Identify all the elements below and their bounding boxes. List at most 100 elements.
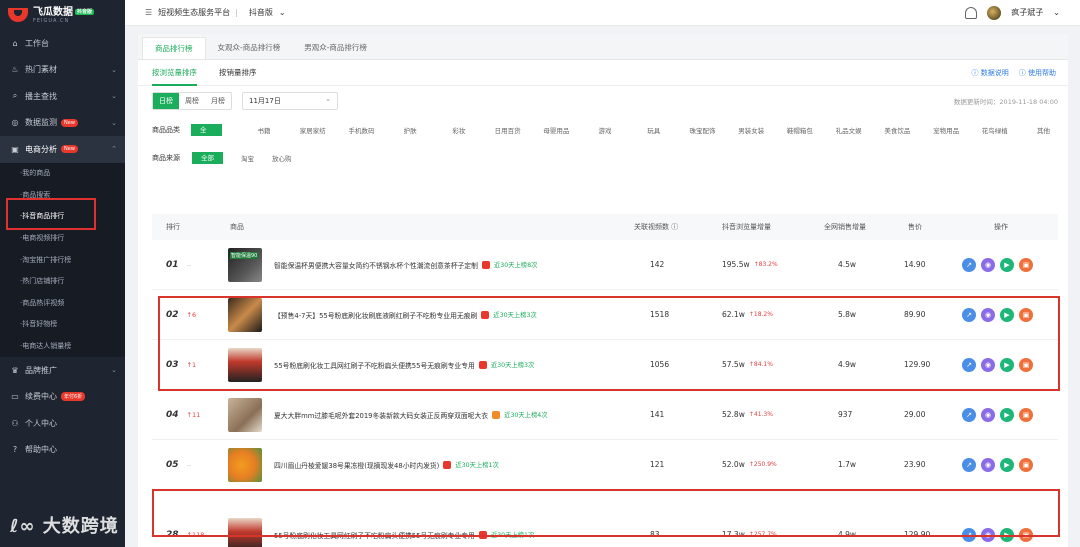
product-name[interactable]: 夏大大胖mm过膝毛呢外套2019冬装新款大码女装正反两穿双面呢大衣 [274,410,488,420]
tab-sort-sales[interactable]: 按销量排序 [219,60,257,86]
product-name[interactable]: 智能保温杯男便携大容量女简约不锈钢水杯个性潮流创意茶杯子定制 [274,260,478,270]
category-option[interactable]: 花鸟绿植 [970,125,1019,135]
views-growth: ↑250.9% [748,461,777,468]
source-all[interactable]: 全部 [192,152,223,164]
videos-cell: 121 [650,460,665,469]
product-cell[interactable]: 智能保温90 智能保温杯男便携大容量女简约不锈钢水杯个性潮流创意茶杯子定制 近30天… [228,240,537,289]
nav-item-hot-material[interactable]: ♨ 热门素材 ⌄ [0,57,125,84]
sub-item-hot-review-video[interactable]: · 商品热评视频 [0,292,125,314]
sub-item-taobao-rank[interactable]: · 淘宝推广排行榜 [0,248,125,271]
category-option[interactable]: 玩具 [629,125,678,135]
category-label: 商品品类 [152,126,180,134]
promo-badge: 年付6折 [61,392,86,402]
sub-item-video-rank[interactable]: · 电商视频排行 [0,227,125,249]
headset-icon[interactable] [965,6,978,19]
sort-tabs: 按浏览量排序 按销量排序 ⓘ 数据说明 ⓘ 使用帮助 [138,60,1068,86]
chevron-down-icon: ⌄ [111,65,117,74]
logo-badge: 抖音版 [75,8,95,15]
video-play-icon[interactable]: ▶ [1000,457,1014,472]
source-label: 商品来源 [152,154,180,162]
help-icon: ? [12,445,18,455]
period-day[interactable]: 日榜 [153,93,179,109]
video-play-icon[interactable]: ▶ [1000,407,1014,422]
category-option[interactable]: 鞋帽箱包 [776,125,825,135]
new-badge: New [61,145,78,154]
product-thumbnail[interactable] [228,447,262,482]
username[interactable]: 疯子斌子 [1011,7,1043,18]
product-cell[interactable]: 四川眉山丹棱爱媛38号果冻橙(现摘现发48小时内发货) 近30天上榜1次 [228,440,499,489]
logo[interactable]: 飞瓜数据 抖音版 FEIGUA.CN [0,0,125,30]
tab-female-rank[interactable]: 女观众-商品排行榜 [206,37,293,59]
tab-sort-views[interactable]: 按浏览量排序 [152,60,197,86]
actions-cell: ↗ ◉ ▶ ▣ [962,240,1033,289]
period-week[interactable]: 周榜 [179,93,205,109]
user-icon: ⚇ [11,418,19,428]
category-option[interactable]: 宠物用品 [922,125,971,135]
product-name[interactable]: 四川眉山丹棱爱媛38号果冻橙(现摘现发48小时内发货) [274,460,439,470]
bag-icon[interactable]: ▣ [1019,407,1033,422]
nav-item-brand[interactable]: ♛ 品牌推广 ⌄ [0,357,125,384]
nav-item-profile[interactable]: ⚇ 个人中心 [0,410,125,437]
category-option[interactable]: 母婴用品 [532,125,581,135]
audience-icon[interactable]: ◉ [981,457,995,472]
source-fangxingou[interactable]: 放心购 [272,153,292,163]
product-thumbnail[interactable] [228,397,262,432]
trend-chart-icon[interactable]: ↗ [962,257,976,272]
audience-icon[interactable]: ◉ [981,257,995,272]
table-row[interactable]: 05 -- 四川眉山丹棱爱媛38号果冻橙(现摘现发48小时内发货) 近30天上榜1次 1… [152,440,1058,490]
source-taobao[interactable]: 淘宝 [241,153,254,163]
date-select[interactable]: 11月17日 [242,91,338,110]
sub-item-good-items[interactable]: · 抖音好物榜 [0,313,125,336]
category-option[interactable]: 彩妆 [435,125,484,135]
header-price: 售价 [908,223,922,231]
sub-item-shop-rank[interactable]: · 热门店铺排行 [0,270,125,293]
logo-icon [8,8,28,22]
product-cell[interactable]: 夏大大胖mm过膝毛呢外套2019冬装新款大码女装正反两穿双面呢大衣 近30天上榜4… [228,390,548,439]
avatar[interactable] [987,5,1002,20]
category-option[interactable]: 书籍 [240,125,289,135]
category-option[interactable]: 男装女装 [727,125,776,135]
table-row[interactable]: 01 -- 智能保温90 智能保温杯男便携大容量女简约不锈钢水杯个性潮流创意茶杯子定制… [152,240,1058,290]
video-play-icon[interactable]: ▶ [1000,257,1014,272]
tab-product-rank[interactable]: 商品排行榜 [142,37,206,59]
trend-chart-icon[interactable]: ↗ [962,407,976,422]
category-option[interactable]: 手机数码 [337,125,386,135]
nav-item-help[interactable]: ? 帮助中心 [0,436,125,463]
product-thumbnail[interactable]: 智能保温90 [228,247,262,282]
views-cell: 195.5w ↑83.2% [722,260,778,269]
annotation-box [6,198,96,230]
sub-item-influencer-sales[interactable]: · 电商达人销量榜 [0,335,125,357]
onlist-count: 近30天上榜4次 [504,412,548,419]
bag-icon[interactable]: ▣ [1019,257,1033,272]
nav-item-find-creator[interactable]: ⌕ 播主查找 ⌄ [0,83,125,110]
table-row[interactable]: 04 ↑11 夏大大胖mm过膝毛呢外套2019冬装新款大码女装正反两穿双面呢大衣 近3… [152,390,1058,440]
category-option[interactable]: 礼品文娱 [824,125,873,135]
trend-chart-icon[interactable]: ↗ [962,457,976,472]
category-option[interactable]: 日用百货 [483,125,532,135]
nav-item-ecommerce[interactable]: ▣ 电商分析 New ⌃ [0,136,125,163]
period-month[interactable]: 月榜 [205,93,231,109]
card-icon: ▭ [11,392,19,402]
menu-icon[interactable]: ☰ [145,8,152,17]
bag-icon[interactable]: ▣ [1019,457,1033,472]
category-option[interactable]: 珠宝配饰 [678,125,727,135]
nav-item-workbench[interactable]: ⌂ 工作台 [0,30,125,57]
category-option[interactable]: 家居家纺 [288,125,337,135]
tab-male-rank[interactable]: 男观众-商品排行榜 [292,37,379,59]
data-desc-link[interactable]: ⓘ 数据说明 [972,68,1009,78]
rank-number: 04 [166,409,179,420]
breadcrumb-platform[interactable]: 短视频生态服务平台 [158,7,230,18]
category-option[interactable]: 游戏 [581,125,630,135]
breadcrumb-version[interactable]: 抖音版 [249,7,273,18]
audience-icon[interactable]: ◉ [981,407,995,422]
tabs: 商品排行榜 女观众-商品排行榜 男观众-商品排行榜 [138,34,1068,60]
category-option[interactable]: 护肤 [386,125,435,135]
usage-help-link[interactable]: ⓘ 使用帮助 [1019,68,1056,78]
onlist-count: 近30天上榜8次 [493,262,538,269]
category-all[interactable]: 全部 [190,124,222,146]
category-option[interactable]: 美食饮品 [873,125,922,135]
nav-item-data-monitor[interactable]: ◎ 数据监测 New ⌄ [0,110,125,137]
category-option[interactable]: 其他 [1019,125,1068,135]
nav-item-renew[interactable]: ▭ 续费中心 年付6折 [0,383,125,410]
sub-item-my-products[interactable]: · 我的商品 [0,162,125,185]
